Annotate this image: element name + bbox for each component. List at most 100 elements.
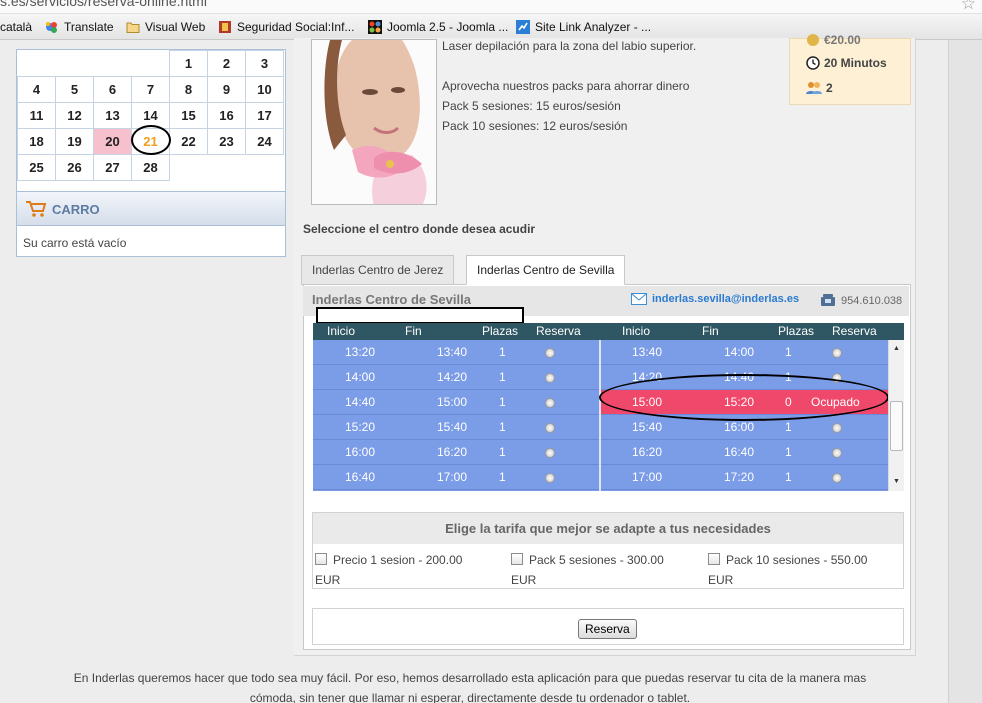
header-inicio-2: Inicio [622, 324, 651, 338]
bookmark-star-icon[interactable]: ☆ [961, 0, 976, 13]
tariff-checkbox[interactable] [708, 553, 720, 565]
slot-start-right: 17:00 [632, 470, 663, 484]
slot-start: 14:00 [345, 370, 376, 384]
bookmark-catala[interactable]: català [0, 19, 32, 35]
calendar-empty-cell [170, 155, 208, 181]
tariff-checkbox[interactable] [315, 553, 327, 565]
calendar-day[interactable]: 17 [245, 102, 284, 129]
header-plazas: Plazas [482, 324, 519, 338]
calendar-day[interactable]: 19 [55, 128, 94, 155]
calendar-day[interactable]: 27 [93, 154, 132, 181]
header-fin-2: Fin [702, 324, 719, 338]
joomla-icon [368, 20, 382, 34]
scroll-down-icon[interactable]: ▼ [893, 478, 900, 485]
calendar-day[interactable]: 23 [207, 128, 246, 155]
reserve-radio[interactable] [545, 348, 555, 358]
slot-slots-right: 1 [785, 445, 792, 459]
slot-end: 17:00 [437, 470, 468, 484]
tariffs-title: Elige la tarifa que mejor se adapte a tu… [313, 513, 903, 544]
reserve-radio[interactable] [545, 423, 555, 433]
calendar-week: 4 5 6 7 8 9 10 [17, 76, 284, 103]
schedule-scrollbar[interactable]: ▲ ▼ [888, 340, 904, 491]
reserve-radio-right[interactable] [832, 348, 842, 358]
header-fin: Fin [405, 324, 422, 338]
bookmark-site-link-analyzer[interactable]: Site Link Analyzer - ... [516, 19, 651, 35]
tab-centro-sevilla[interactable]: Inderlas Centro de Sevilla [466, 255, 626, 285]
calendar-day[interactable]: 1 [169, 50, 208, 77]
schedule-header: Inicio Fin Plazas Reserva Inicio Fin Pla… [313, 323, 904, 340]
bookmark-label: Site Link Analyzer - ... [535, 20, 652, 34]
calendar-day[interactable]: 8 [169, 76, 208, 103]
tariff-option-2[interactable]: Pack 5 sesiones - 300.00 EUR [511, 550, 701, 590]
slot-slots: 1 [499, 345, 506, 359]
calendar-day[interactable]: 7 [131, 76, 170, 103]
cart-header: CARRO [17, 192, 285, 226]
service-image [311, 39, 437, 205]
calendar-day[interactable]: 2 [207, 50, 246, 77]
center-phone: 954.610.038 [820, 293, 902, 307]
calendar-day[interactable]: 24 [245, 128, 284, 155]
calendar-day[interactable]: 20 [93, 128, 132, 155]
annotation-circle [131, 125, 171, 155]
calendar-week: 25 26 27 28 [17, 154, 284, 181]
reserve-radio-right[interactable] [832, 448, 842, 458]
tariff-label: Pack 10 sesiones - 550.00 [726, 553, 868, 567]
bookmark-label: Seguridad Social:Inf... [237, 20, 355, 34]
tariff-label: Precio 1 sesion - 200.00 [333, 553, 463, 567]
reserve-radio[interactable] [545, 473, 555, 483]
bookmark-visual-web[interactable]: Visual Web [126, 19, 205, 35]
tariff-option-3[interactable]: Pack 10 sesiones - 550.00 EUR [708, 550, 898, 590]
phone-icon [821, 294, 835, 306]
calendar-day[interactable]: 9 [207, 76, 246, 103]
annotation-ellipse [599, 374, 889, 421]
footer-text: En Inderlas queremos hacer que todo sea … [30, 668, 910, 703]
calendar-day[interactable]: 10 [245, 76, 284, 103]
calendar-day[interactable]: 18 [17, 128, 56, 155]
calendar-day[interactable]: 28 [131, 154, 170, 181]
calendar-day[interactable]: 25 [17, 154, 56, 181]
calendar-empty-cell [18, 51, 56, 77]
calendar-week: 123 [18, 50, 284, 77]
bookmark-joomla[interactable]: Joomla 2.5 - Joomla ... [368, 19, 508, 35]
calendar-day[interactable]: 4 [17, 76, 56, 103]
slot-end: 15:00 [437, 395, 468, 409]
scroll-up-icon[interactable]: ▲ [893, 345, 900, 352]
calendar-day[interactable]: 5 [55, 76, 94, 103]
reserve-radio[interactable] [545, 398, 555, 408]
slot-slots: 1 [499, 395, 506, 409]
tariff-option-1[interactable]: Precio 1 sesion - 200.00 EUR [315, 550, 505, 590]
slot-end: 13:40 [437, 345, 468, 359]
woman-face-photo [312, 40, 436, 204]
calendar-day[interactable]: 26 [55, 154, 94, 181]
calendar-day[interactable]: 12 [55, 102, 94, 129]
calendar-day[interactable]: 11 [17, 102, 56, 129]
slot-end-right: 16:40 [724, 445, 755, 459]
reserva-button[interactable]: Reserva [578, 619, 637, 639]
bookmark-seguridad-social[interactable]: Seguridad Social:Inf... [218, 19, 354, 35]
cart-panel: CARRO Su carro está vacío [16, 191, 286, 257]
people-value: 2 [826, 81, 833, 95]
reserve-radio-right[interactable] [832, 423, 842, 433]
scroll-thumb[interactable] [890, 401, 903, 451]
tab-centro-jerez[interactable]: Inderlas Centro de Jerez [301, 255, 455, 285]
slot-end: 14:20 [437, 370, 468, 384]
calendar-day[interactable]: 22 [169, 128, 208, 155]
reserve-radio-right[interactable] [832, 473, 842, 483]
price-row: €20.00 [806, 33, 861, 47]
slot-end: 16:20 [437, 445, 468, 459]
url-bar[interactable]: s.es/servicios/reserva-online.html ☆ [0, 0, 982, 14]
calendar-day[interactable]: 16 [207, 102, 246, 129]
reserve-radio[interactable] [545, 373, 555, 383]
seal-icon [219, 21, 231, 33]
reserve-radio[interactable] [545, 448, 555, 458]
select-center-label: Seleccione el centro donde desea acudir [303, 222, 536, 236]
calendar-day[interactable]: 3 [245, 50, 284, 77]
calendar-day[interactable]: 13 [93, 102, 132, 129]
bookmark-translate[interactable]: Translate [45, 19, 114, 35]
calendar-day[interactable]: 6 [93, 76, 132, 103]
calendar-day[interactable]: 15 [169, 102, 208, 129]
duration-row: 20 Minutos [806, 56, 887, 70]
center-email-link[interactable]: inderlas.sevilla@inderlas.es [631, 293, 799, 305]
tariff-checkbox[interactable] [511, 553, 523, 565]
center-phone-number: 954.610.038 [841, 295, 903, 307]
